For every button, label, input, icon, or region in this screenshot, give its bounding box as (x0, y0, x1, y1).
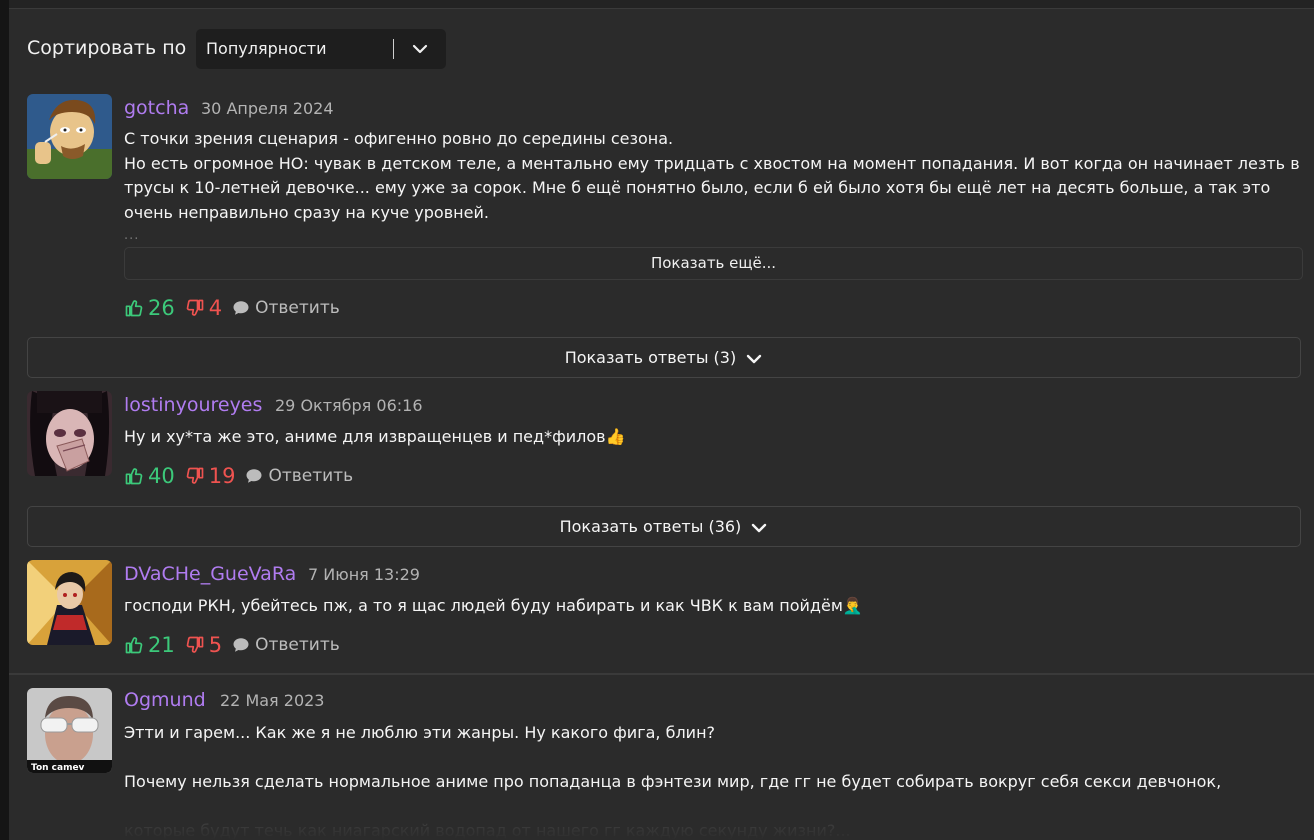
sort-selected-value: Популярности (206, 39, 327, 58)
reply-label: Ответить (268, 466, 354, 486)
speech-bubble-icon (246, 469, 262, 483)
comment-text-line: Но есть огромное НО: чувак в детском тел… (124, 153, 1300, 173)
thumbs-up-icon (125, 637, 143, 654)
like-button[interactable]: 26 (124, 296, 175, 320)
sort-select[interactable]: Популярности (196, 29, 446, 69)
avatar[interactable] (27, 560, 112, 645)
comment-text-line (124, 795, 1309, 820)
comment-actions: 21 5 Ответить (124, 632, 340, 658)
avatar-image (27, 560, 112, 645)
comment-author[interactable]: gotcha (124, 97, 189, 119)
comment-text: С точки зрения сценария - офигенно ровно… (124, 127, 1309, 225)
comment-divider (9, 673, 1314, 675)
comment-author[interactable]: lostinyoureyes (124, 394, 262, 416)
comment-date: 30 Апреля 2024 (201, 99, 334, 118)
comment-author[interactable]: Ogmund (124, 689, 206, 711)
comment-actions: 26 4 Ответить (124, 295, 340, 321)
comment-date: 7 Июня 13:29 (308, 565, 420, 584)
show-replies-button[interactable]: Показать ответы (3) (27, 337, 1301, 378)
chevron-down-icon (747, 354, 762, 363)
comment-text-line: которые будут течь как ниагарский водопа… (124, 821, 851, 840)
thumbs-down-icon (186, 636, 204, 653)
show-replies-button[interactable]: Показать ответы (36) (27, 506, 1301, 547)
comment-text-line: Ну и ху*та же это, аниме для извращенцев… (124, 427, 626, 446)
comment-text: Ну и ху*та же это, аниме для извращенцев… (124, 425, 1309, 450)
reply-label: Ответить (255, 635, 340, 655)
avatar[interactable] (27, 94, 112, 179)
comment-text-line: господи РКН, убейтесь пж, а то я щас люд… (124, 596, 863, 615)
sort-divider (393, 39, 394, 59)
comment-author[interactable]: DVaCHe_GueVaRa (124, 563, 296, 585)
show-more-button[interactable]: Показать ещё... (124, 247, 1303, 280)
speech-bubble-icon (233, 301, 249, 315)
speech-bubble-icon (233, 638, 249, 652)
panel-top-border (9, 0, 1314, 9)
show-replies-label: Показать ответы (36) (559, 517, 742, 536)
left-edge-strip (0, 0, 9, 840)
avatar-image (27, 94, 112, 179)
dislike-count: 19 (208, 464, 236, 488)
comment-text: господи РКН, убейтесь пж, а то я щас люд… (124, 594, 1309, 619)
avatar[interactable] (27, 391, 112, 476)
comment-text: Этти и гарем... Как же я не люблю эти жа… (124, 721, 1309, 840)
reply-label: Ответить (255, 298, 340, 318)
avatar[interactable]: Ton camev (27, 688, 112, 773)
like-count: 26 (148, 296, 175, 320)
comment-text-line: Почему нельзя сделать нормальное аниме п… (124, 772, 1222, 791)
reply-button[interactable]: Ответить (232, 298, 340, 318)
comment-text-line: трусы к 10-летней девочке... ему уже за … (124, 178, 1271, 197)
comments-panel (9, 0, 1314, 840)
comment-text-line (124, 746, 1309, 771)
like-button[interactable]: 21 (124, 633, 175, 657)
dislike-button[interactable]: 4 (185, 296, 222, 320)
text-truncation-ellipsis: ... (124, 228, 140, 243)
dislike-button[interactable]: 19 (185, 464, 236, 488)
show-replies-label: Показать ответы (3) (564, 348, 737, 367)
thumbs-up-icon (125, 300, 143, 317)
thumbs-up-icon (125, 468, 143, 485)
comment-text-line: очень неправильно сразу на куче уровней. (124, 202, 489, 222)
like-count: 21 (148, 633, 175, 657)
like-button[interactable]: 40 (124, 464, 175, 488)
thumbs-down-icon (186, 299, 204, 316)
avatar-caption: Ton camev (31, 763, 85, 773)
thumbs-down-icon (186, 467, 204, 484)
reply-button[interactable]: Ответить (245, 466, 353, 486)
comment-text-line: Этти и гарем... Как же я не люблю эти жа… (124, 723, 716, 742)
comment-actions: 40 19 Ответить (124, 463, 353, 489)
like-count: 40 (148, 464, 175, 488)
reply-button[interactable]: Ответить (232, 635, 340, 655)
dislike-count: 4 (208, 296, 223, 320)
comment-date: 29 Октября 06:16 (275, 396, 423, 415)
comment-date: 22 Мая 2023 (220, 691, 325, 710)
avatar-image: Ton camev (27, 688, 112, 773)
sort-label: Сортировать по (27, 37, 187, 59)
comments-page: Сортировать по Популярности gotcha 30 Ап… (0, 0, 1314, 840)
comment-text-line: С точки зрения сценария - офигенно ровно… (124, 129, 674, 148)
chevron-down-icon (752, 523, 767, 532)
dislike-button[interactable]: 5 (185, 633, 222, 657)
dislike-count: 5 (208, 633, 223, 657)
avatar-image (27, 391, 112, 476)
chevron-down-icon[interactable] (411, 41, 429, 57)
